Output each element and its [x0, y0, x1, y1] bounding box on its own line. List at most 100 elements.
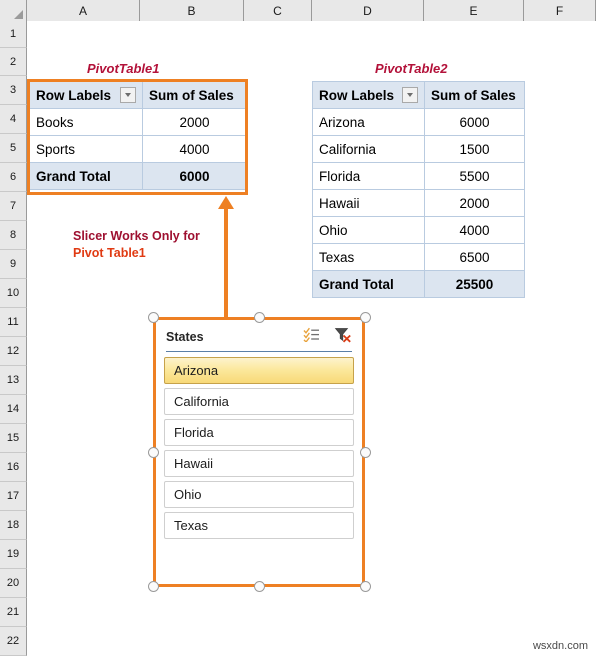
- pivot-2-row-value: 4000: [424, 216, 525, 244]
- row-header-17[interactable]: 17: [0, 482, 27, 511]
- clear-filter-icon[interactable]: [334, 327, 352, 348]
- row-header-4[interactable]: 4: [0, 105, 27, 134]
- slicer-item-list: Arizona California Florida Hawaii Ohio T…: [164, 357, 354, 539]
- pivot-1-row-labels-text: Row Labels: [36, 87, 112, 103]
- slicer-item-arizona[interactable]: Arizona: [164, 357, 354, 384]
- worksheet-cells: PivotTable1 Row Labels Sum of Sales Book…: [27, 21, 596, 657]
- column-header-d[interactable]: D: [312, 0, 424, 21]
- pivot-1-row-label: Books: [29, 108, 143, 136]
- row-header-8[interactable]: 8: [0, 221, 27, 250]
- pivot-2-grand-total-value: 25500: [424, 270, 525, 298]
- pivot-2-row-value: 5500: [424, 162, 525, 190]
- select-all-corner[interactable]: [0, 0, 27, 21]
- table-row: Grand Total 6000: [29, 162, 247, 190]
- row-header-1[interactable]: 1: [0, 21, 27, 48]
- excel-worksheet: A B C D E F 1 2 3 4 5 6 7 8 9 10 11 12 1…: [0, 0, 596, 657]
- table-row: Florida 5500: [312, 162, 525, 190]
- column-header-bar: A B C D E F: [0, 0, 596, 21]
- slicer-item-hawaii[interactable]: Hawaii: [164, 450, 354, 477]
- states-slicer[interactable]: States Arizona California Florida Hawaii…: [155, 319, 363, 585]
- pivot-2-row-labels-header[interactable]: Row Labels: [312, 81, 425, 109]
- pivot-1-grand-total-label: Grand Total: [29, 162, 143, 190]
- table-row: Ohio 4000: [312, 216, 525, 244]
- resize-handle-bottom-right[interactable]: [360, 581, 371, 592]
- table-row: Row Labels Sum of Sales: [29, 81, 247, 109]
- column-header-b[interactable]: B: [140, 0, 244, 21]
- row-header-bar: 1 2 3 4 5 6 7 8 9 10 11 12 13 14 15 16 1…: [0, 21, 27, 656]
- row-header-16[interactable]: 16: [0, 453, 27, 482]
- table-row: Grand Total 25500: [312, 270, 525, 298]
- column-header-c[interactable]: C: [244, 0, 312, 21]
- pivot-2-row-label: Arizona: [312, 108, 425, 136]
- callout-arrow-shaft: [224, 208, 228, 318]
- row-header-5[interactable]: 5: [0, 134, 27, 163]
- row-header-15[interactable]: 15: [0, 424, 27, 453]
- resize-handle-middle-right[interactable]: [360, 447, 371, 458]
- filter-dropdown-icon[interactable]: [120, 87, 136, 103]
- row-header-22[interactable]: 22: [0, 627, 27, 656]
- row-header-19[interactable]: 19: [0, 540, 27, 569]
- resize-handle-top-center[interactable]: [254, 312, 265, 323]
- pivot-table-1-title: PivotTable1: [87, 61, 160, 76]
- row-header-3[interactable]: 3: [0, 76, 27, 105]
- pivot-2-row-label: Hawaii: [312, 189, 425, 217]
- resize-handle-middle-left[interactable]: [148, 447, 159, 458]
- pivot-1-row-labels-header[interactable]: Row Labels: [29, 81, 143, 109]
- annotation-callout: Slicer Works Only for Pivot Table1: [73, 228, 200, 262]
- pivot-2-row-value: 2000: [424, 189, 525, 217]
- row-header-13[interactable]: 13: [0, 366, 27, 395]
- row-header-2[interactable]: 2: [0, 48, 27, 76]
- table-row: Row Labels Sum of Sales: [312, 81, 525, 109]
- slicer-divider: [166, 351, 352, 352]
- table-row: Texas 6500: [312, 243, 525, 271]
- row-header-14[interactable]: 14: [0, 395, 27, 424]
- row-header-10[interactable]: 10: [0, 279, 27, 308]
- column-header-e[interactable]: E: [424, 0, 524, 21]
- pivot-2-grand-total-label: Grand Total: [312, 270, 425, 298]
- pivot-1-row-value: 4000: [142, 135, 247, 163]
- watermark: wsxdn.com: [532, 640, 588, 652]
- table-row: California 1500: [312, 135, 525, 163]
- pivot-2-sum-header[interactable]: Sum of Sales: [424, 81, 525, 109]
- slicer-tools: [303, 327, 352, 348]
- row-header-18[interactable]: 18: [0, 511, 27, 540]
- annotation-line-1: Slicer Works Only for: [73, 229, 200, 243]
- filter-dropdown-icon[interactable]: [402, 87, 418, 103]
- row-header-7[interactable]: 7: [0, 192, 27, 221]
- slicer-item-florida[interactable]: Florida: [164, 419, 354, 446]
- resize-handle-bottom-center[interactable]: [254, 581, 265, 592]
- table-row: Books 2000: [29, 108, 247, 136]
- pivot-1-row-label: Sports: [29, 135, 143, 163]
- callout-arrow-head-icon: [218, 196, 234, 209]
- pivot-2-row-label: Texas: [312, 243, 425, 271]
- slicer-item-california[interactable]: California: [164, 388, 354, 415]
- slicer-caption: States: [166, 330, 204, 344]
- row-header-9[interactable]: 9: [0, 250, 27, 279]
- row-header-20[interactable]: 20: [0, 569, 27, 598]
- resize-handle-bottom-left[interactable]: [148, 581, 159, 592]
- row-header-6[interactable]: 6: [0, 163, 27, 192]
- select-all-triangle-icon: [14, 10, 23, 19]
- pivot-1-row-value: 2000: [142, 108, 247, 136]
- table-row: Arizona 6000: [312, 108, 525, 136]
- column-header-f[interactable]: F: [524, 0, 596, 21]
- row-header-11[interactable]: 11: [0, 308, 27, 337]
- resize-handle-top-left[interactable]: [148, 312, 159, 323]
- pivot-2-row-label: California: [312, 135, 425, 163]
- pivot-1-sum-header[interactable]: Sum of Sales: [142, 81, 247, 109]
- resize-handle-top-right[interactable]: [360, 312, 371, 323]
- pivot-2-row-labels-text: Row Labels: [319, 87, 395, 103]
- table-row: Hawaii 2000: [312, 189, 525, 217]
- pivot-table-2-title: PivotTable2: [375, 61, 448, 76]
- slicer-item-texas[interactable]: Texas: [164, 512, 354, 539]
- pivot-2-row-value: 1500: [424, 135, 525, 163]
- slicer-header: States: [166, 326, 352, 348]
- pivot-2-row-value: 6500: [424, 243, 525, 271]
- annotation-line-2: Pivot Table1: [73, 246, 146, 260]
- row-header-12[interactable]: 12: [0, 337, 27, 366]
- slicer-item-ohio[interactable]: Ohio: [164, 481, 354, 508]
- multi-select-icon[interactable]: [303, 327, 320, 347]
- pivot-2-row-value: 6000: [424, 108, 525, 136]
- row-header-21[interactable]: 21: [0, 598, 27, 627]
- column-header-a[interactable]: A: [27, 0, 140, 21]
